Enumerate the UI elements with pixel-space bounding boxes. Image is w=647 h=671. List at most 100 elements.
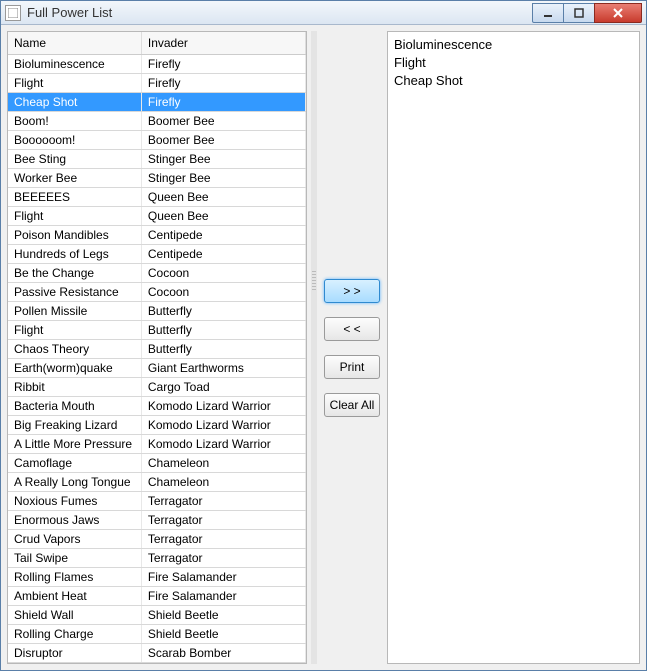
cell-invader: Fire Salamander — [141, 568, 305, 587]
cell-invader: Butterfly — [141, 321, 305, 340]
cell-invader: Centipede — [141, 245, 305, 264]
cell-invader: Queen Bee — [141, 207, 305, 226]
cell-invader: Centipede — [141, 226, 305, 245]
cell-invader: Butterfly — [141, 302, 305, 321]
table-row[interactable]: Poison MandiblesCentipede — [8, 226, 306, 245]
table-row[interactable]: A Really Long TongueChameleon — [8, 473, 306, 492]
titlebar-buttons — [532, 3, 642, 23]
titlebar[interactable]: Full Power List — [1, 1, 646, 25]
table-row[interactable]: Tail SwipeTerragator — [8, 549, 306, 568]
power-table-panel: Name Invader BioluminescenceFireflyFligh… — [7, 31, 307, 664]
app-icon — [5, 5, 21, 21]
add-button[interactable]: > > — [324, 279, 380, 303]
cell-invader: Queen Bee — [141, 188, 305, 207]
cell-name: Hundreds of Legs — [8, 245, 141, 264]
cell-name: Rolling Charge — [8, 625, 141, 644]
cell-invader: Komodo Lizard Warrior — [141, 435, 305, 454]
print-button[interactable]: Print — [324, 355, 380, 379]
close-button[interactable] — [594, 3, 642, 23]
cell-name: Poison Mandibles — [8, 226, 141, 245]
cell-name: Big Freaking Lizard — [8, 416, 141, 435]
cell-name: Flight — [8, 321, 141, 340]
table-row[interactable]: Be the ChangeCocoon — [8, 264, 306, 283]
cell-name: Earth(worm)quake — [8, 359, 141, 378]
table-row[interactable]: Ambient HeatFire Salamander — [8, 587, 306, 606]
table-row[interactable]: Passive ResistanceCocoon — [8, 283, 306, 302]
table-row[interactable]: FlightQueen Bee — [8, 207, 306, 226]
splitter[interactable] — [311, 31, 317, 664]
cell-name: Bioluminescence — [8, 55, 141, 74]
selected-list-panel[interactable]: BioluminescenceFlightCheap Shot — [387, 31, 640, 664]
cell-name: Boooooom! — [8, 131, 141, 150]
column-header-invader[interactable]: Invader — [141, 32, 305, 54]
content-area: Name Invader BioluminescenceFireflyFligh… — [1, 25, 646, 670]
table-row[interactable]: Rolling ChargeShield Beetle — [8, 625, 306, 644]
list-item[interactable]: Flight — [394, 54, 633, 71]
table-row[interactable]: Pollen MissileButterfly — [8, 302, 306, 321]
table-row[interactable]: Shield WallShield Beetle — [8, 606, 306, 625]
table-row[interactable]: A Little More PressureKomodo Lizard Warr… — [8, 435, 306, 454]
table-row[interactable]: Rolling FlamesFire Salamander — [8, 568, 306, 587]
table-row[interactable]: Big Freaking LizardKomodo Lizard Warrior — [8, 416, 306, 435]
cell-invader: Cocoon — [141, 283, 305, 302]
table-row[interactable]: Crud VaporsTerragator — [8, 530, 306, 549]
cell-invader: Terragator — [141, 511, 305, 530]
maximize-icon — [574, 8, 584, 18]
remove-button[interactable]: < < — [324, 317, 380, 341]
table-row[interactable]: DisruptorScarab Bomber — [8, 644, 306, 663]
cell-name: BEEEEES — [8, 188, 141, 207]
cell-name: Worker Bee — [8, 169, 141, 188]
table-row[interactable]: Boooooom!Boomer Bee — [8, 131, 306, 150]
cell-invader: Firefly — [141, 74, 305, 93]
table-row[interactable]: Earth(worm)quakeGiant Earthworms — [8, 359, 306, 378]
table-row[interactable]: Worker BeeStinger Bee — [8, 169, 306, 188]
minimize-button[interactable] — [532, 3, 564, 23]
table-row[interactable]: Bacteria MouthKomodo Lizard Warrior — [8, 397, 306, 416]
list-item[interactable]: Cheap Shot — [394, 72, 633, 89]
window: Full Power List Name Invader — [0, 0, 647, 671]
power-table-scroll[interactable]: BioluminescenceFireflyFlightFireflyCheap… — [8, 55, 306, 664]
cell-invader: Scarab Bomber — [141, 644, 305, 663]
cell-name: Boom! — [8, 112, 141, 131]
table-row[interactable]: RibbitCargo Toad — [8, 378, 306, 397]
table-row[interactable]: Noxious FumesTerragator — [8, 492, 306, 511]
table-row[interactable]: FlightFirefly — [8, 74, 306, 93]
cell-name: Pollen Missile — [8, 302, 141, 321]
table-row[interactable]: Bee StingStinger Bee — [8, 150, 306, 169]
close-icon — [612, 7, 624, 19]
cell-name: Ribbit — [8, 378, 141, 397]
table-row[interactable]: BEEEEESQueen Bee — [8, 188, 306, 207]
cell-invader: Terragator — [141, 549, 305, 568]
column-header-name[interactable]: Name — [8, 32, 141, 54]
cell-invader: Giant Earthworms — [141, 359, 305, 378]
clear-all-button[interactable]: Clear All — [324, 393, 380, 417]
cell-invader: Chameleon — [141, 473, 305, 492]
cell-invader: Fire Salamander — [141, 587, 305, 606]
cell-name: Disruptor — [8, 644, 141, 663]
window-title: Full Power List — [27, 5, 532, 20]
list-item[interactable]: Bioluminescence — [394, 36, 633, 53]
cell-name: Cheap Shot — [8, 93, 141, 112]
cell-name: A Little More Pressure — [8, 435, 141, 454]
cell-invader: Shield Beetle — [141, 606, 305, 625]
table-row[interactable]: Hundreds of LegsCentipede — [8, 245, 306, 264]
cell-name: Tail Swipe — [8, 549, 141, 568]
maximize-button[interactable] — [563, 3, 595, 23]
cell-name: Flight — [8, 207, 141, 226]
cell-invader: Butterfly — [141, 340, 305, 359]
cell-name: Crud Vapors — [8, 530, 141, 549]
table-row[interactable]: BioluminescenceFirefly — [8, 55, 306, 74]
cell-invader: Stinger Bee — [141, 150, 305, 169]
table-row[interactable]: CamoflageChameleon — [8, 454, 306, 473]
table-row[interactable]: Cheap ShotFirefly — [8, 93, 306, 112]
power-table: BioluminescenceFireflyFlightFireflyCheap… — [8, 55, 306, 664]
power-table-header: Name Invader — [8, 32, 306, 55]
cell-name: Noxious Fumes — [8, 492, 141, 511]
table-row[interactable]: Enormous JawsTerragator — [8, 511, 306, 530]
cell-invader: Boomer Bee — [141, 112, 305, 131]
table-row[interactable]: FlightButterfly — [8, 321, 306, 340]
table-row[interactable]: Chaos TheoryButterfly — [8, 340, 306, 359]
table-row[interactable]: Boom!Boomer Bee — [8, 112, 306, 131]
cell-invader: Boomer Bee — [141, 131, 305, 150]
cell-name: A Really Long Tongue — [8, 473, 141, 492]
